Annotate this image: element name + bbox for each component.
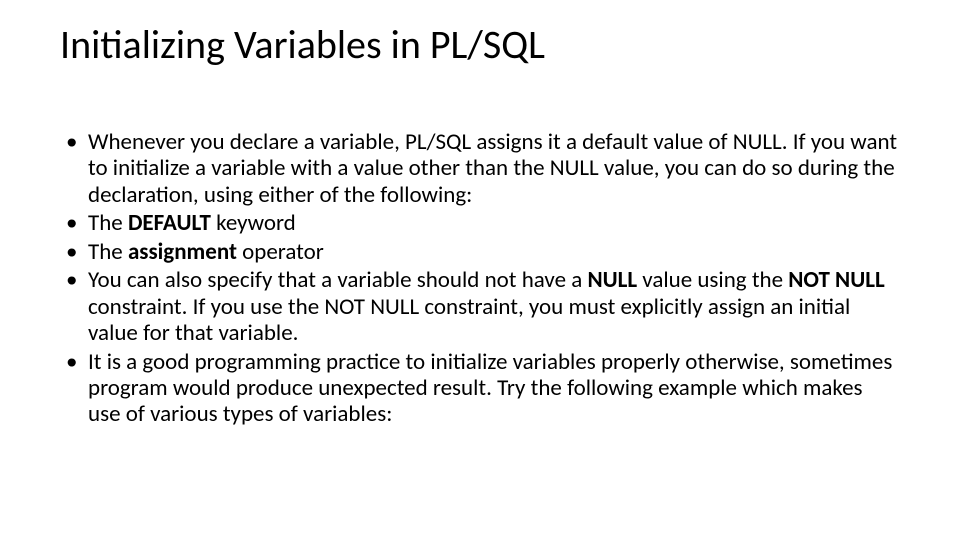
list-item: It is a good programming practice to ini… xyxy=(66,349,900,428)
bullet-list: Whenever you declare a variable, PL/SQL … xyxy=(66,129,900,428)
list-item: The DEFAULT keyword xyxy=(66,210,900,236)
slide-title: Initializing Variables in PL/SQL xyxy=(60,20,900,69)
list-item: The assignment operator xyxy=(66,239,900,265)
slide: Initializing Variables in PL/SQL Wheneve… xyxy=(0,0,960,540)
list-item: You can also specify that a variable sho… xyxy=(66,267,900,346)
list-item: Whenever you declare a variable, PL/SQL … xyxy=(66,129,900,208)
